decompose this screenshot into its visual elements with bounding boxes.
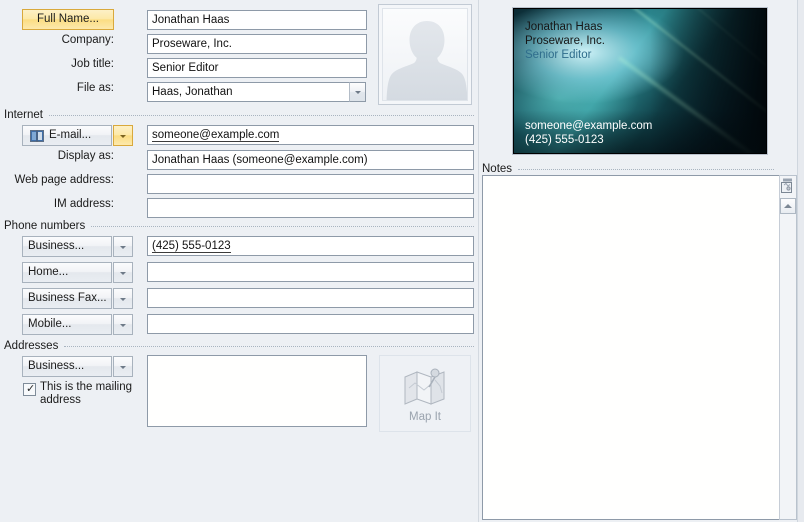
company-label: Company: bbox=[61, 34, 114, 46]
section-rule bbox=[49, 115, 474, 116]
file-as-dropdown-button[interactable] bbox=[349, 82, 366, 102]
notes-section-header: Notes bbox=[482, 162, 774, 175]
phone-type-button-4[interactable]: Mobile... bbox=[22, 314, 112, 335]
file-as-input[interactable]: Haas, Jonathan bbox=[147, 82, 350, 102]
chevron-down-icon bbox=[120, 271, 126, 275]
im-address-label: IM address: bbox=[53, 198, 114, 210]
phone-numbers-section-header: Phone numbers bbox=[4, 219, 474, 232]
map-icon bbox=[404, 368, 445, 405]
phone-input-1[interactable]: (425) 555-0123 bbox=[147, 236, 474, 256]
web-page-address-input[interactable] bbox=[147, 174, 474, 194]
phone-input-4[interactable] bbox=[147, 314, 474, 334]
card-text-block-top: Jonathan Haas Proseware, Inc. Senior Edi… bbox=[525, 20, 605, 62]
full-name-input[interactable]: Jonathan Haas bbox=[147, 10, 367, 30]
business-card-preview[interactable]: Jonathan Haas Proseware, Inc. Senior Edi… bbox=[512, 7, 768, 155]
chevron-down-icon bbox=[120, 134, 126, 138]
scroll-up-arrow-icon bbox=[784, 204, 792, 208]
chevron-down-icon bbox=[120, 245, 126, 249]
chevron-down-icon bbox=[120, 365, 126, 369]
card-title: Senior Editor bbox=[525, 49, 592, 61]
business-card-canvas: Jonathan Haas Proseware, Inc. Senior Edi… bbox=[514, 9, 766, 153]
map-it-label: Map It bbox=[409, 411, 441, 423]
phone-numbers-section-label: Phone numbers bbox=[4, 219, 86, 232]
email-button[interactable]: E-mail... bbox=[22, 125, 112, 146]
email-smarttag-value: someone@example.com bbox=[152, 129, 280, 142]
phone-type-button-1[interactable]: Business... bbox=[22, 236, 112, 257]
mailing-address-checkbox-label: This is the mailing address bbox=[40, 381, 133, 406]
checkmark-icon: ✓ bbox=[26, 383, 36, 395]
card-company: Proseware, Inc. bbox=[525, 35, 605, 47]
display-as-input[interactable]: Jonathan Haas (someone@example.com) bbox=[147, 150, 474, 170]
im-address-input[interactable] bbox=[147, 198, 474, 218]
address-book-icon bbox=[30, 130, 44, 142]
email-input[interactable]: someone@example.com bbox=[147, 125, 474, 145]
phone-input-2[interactable] bbox=[147, 262, 474, 282]
person-silhouette-icon bbox=[386, 21, 467, 100]
full-name-button[interactable]: Full Name... bbox=[22, 9, 114, 30]
contact-photo-placeholder bbox=[382, 8, 468, 101]
notes-scroll-up-button[interactable] bbox=[780, 198, 796, 214]
address-input[interactable] bbox=[147, 355, 367, 427]
phone-smarttag-value-1: (425) 555-0123 bbox=[152, 240, 231, 253]
web-page-address-label: Web page address: bbox=[14, 174, 114, 186]
address-type-button[interactable]: Business... bbox=[22, 356, 112, 377]
contact-form: Full Name... Jonathan Haas Company: Pros… bbox=[0, 0, 804, 522]
note-options-icon[interactable] bbox=[781, 178, 795, 193]
internet-section-label: Internet bbox=[4, 108, 43, 121]
notes-input[interactable] bbox=[482, 175, 788, 520]
section-rule bbox=[91, 226, 474, 227]
company-input[interactable]: Proseware, Inc. bbox=[147, 34, 367, 54]
job-title-input[interactable]: Senior Editor bbox=[147, 58, 367, 78]
internet-section-header: Internet bbox=[4, 108, 474, 121]
pane-divider bbox=[478, 0, 479, 522]
phone-type-dropdown-3[interactable] bbox=[113, 288, 133, 309]
email-dropdown-button[interactable] bbox=[113, 125, 133, 146]
card-email: someone@example.com bbox=[525, 120, 653, 132]
phone-type-dropdown-1[interactable] bbox=[113, 236, 133, 257]
notes-section-label: Notes bbox=[482, 162, 513, 175]
addresses-section-header: Addresses bbox=[4, 339, 474, 352]
phone-type-button-3[interactable]: Business Fax... bbox=[22, 288, 112, 309]
phone-input-3[interactable] bbox=[147, 288, 474, 308]
mailing-address-checkbox[interactable]: ✓ bbox=[23, 383, 36, 396]
job-title-label: Job title: bbox=[71, 58, 114, 70]
notes-scrollbar[interactable] bbox=[779, 175, 797, 520]
display-as-label: Display as: bbox=[57, 150, 114, 162]
card-text-block-bottom: someone@example.com (425) 555-0123 bbox=[525, 119, 652, 147]
phone-type-button-2[interactable]: Home... bbox=[22, 262, 112, 283]
file-as-label: File as: bbox=[76, 82, 114, 94]
addresses-section-label: Addresses bbox=[4, 339, 59, 352]
window-right-edge bbox=[797, 0, 804, 522]
card-phone: (425) 555-0123 bbox=[525, 134, 604, 146]
section-rule bbox=[518, 169, 774, 170]
email-button-label: E-mail... bbox=[49, 129, 92, 141]
chevron-down-icon bbox=[354, 91, 361, 94]
phone-type-dropdown-2[interactable] bbox=[113, 262, 133, 283]
map-it-button[interactable]: Map It bbox=[379, 355, 471, 432]
card-name: Jonathan Haas bbox=[525, 21, 603, 33]
address-type-dropdown[interactable] bbox=[113, 356, 133, 377]
contact-photo-button[interactable] bbox=[378, 4, 472, 105]
section-rule bbox=[64, 346, 474, 347]
chevron-down-icon bbox=[120, 297, 126, 301]
chevron-down-icon bbox=[120, 323, 126, 327]
phone-type-dropdown-4[interactable] bbox=[113, 314, 133, 335]
